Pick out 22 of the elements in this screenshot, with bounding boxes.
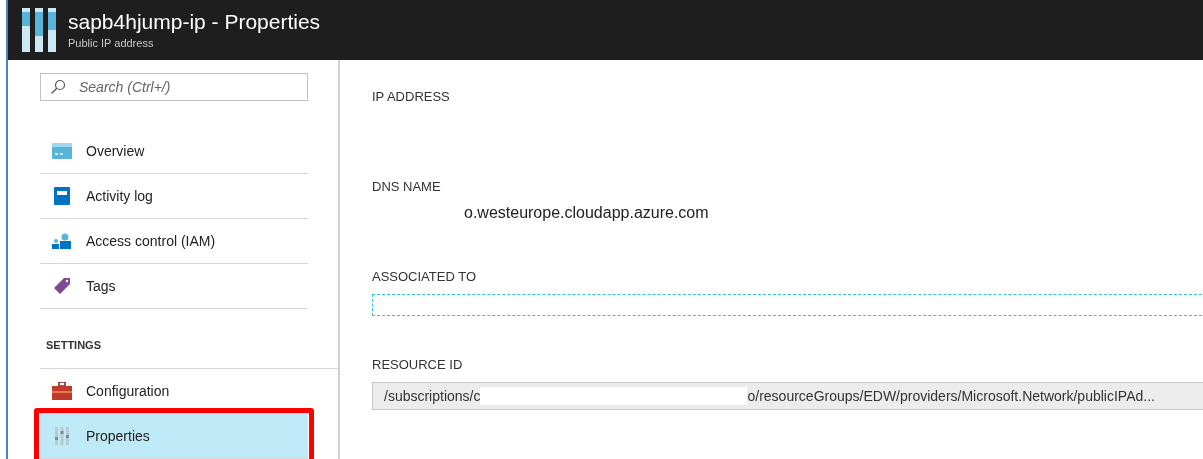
resource-id-start: /subscriptions/c [384, 386, 481, 406]
tag-icon [52, 276, 72, 296]
sliders-icon [53, 427, 71, 445]
property-label: RESOURCE ID [372, 356, 464, 374]
blade-subtitle: Public IP address [68, 35, 155, 51]
property-label: IP ADDRESS [372, 88, 451, 106]
resource-id-end: o/resourceGroups/EDW/providers/Microsoft.Network/publicIPAd... [747, 386, 1155, 406]
associated-resource-link[interactable] [372, 294, 1203, 316]
search-icon [50, 79, 66, 95]
search-field[interactable]: Search (Ctrl+/) [40, 73, 308, 101]
nav-item[interactable]: Properties [40, 414, 308, 459]
dns-name-value: o.westeurope.cloudapp.azure.com [464, 204, 709, 221]
toolbox-icon [52, 382, 72, 400]
book-icon [54, 187, 70, 205]
property-label: ASSOCIATED TO [372, 268, 478, 286]
people-icon [52, 233, 72, 249]
property-label: DNS NAME [372, 178, 442, 196]
window-icon [52, 143, 72, 159]
section-heading: SETTINGS [46, 339, 101, 351]
sliders-icon [22, 8, 56, 52]
blade-title: sapb4hjump-ip - Properties [68, 8, 321, 35]
resource-id-field[interactable]: /subscriptions/c o/resourceGroups/EDW/providers/Microsoft.Network/publicIPAd... [372, 382, 1203, 410]
